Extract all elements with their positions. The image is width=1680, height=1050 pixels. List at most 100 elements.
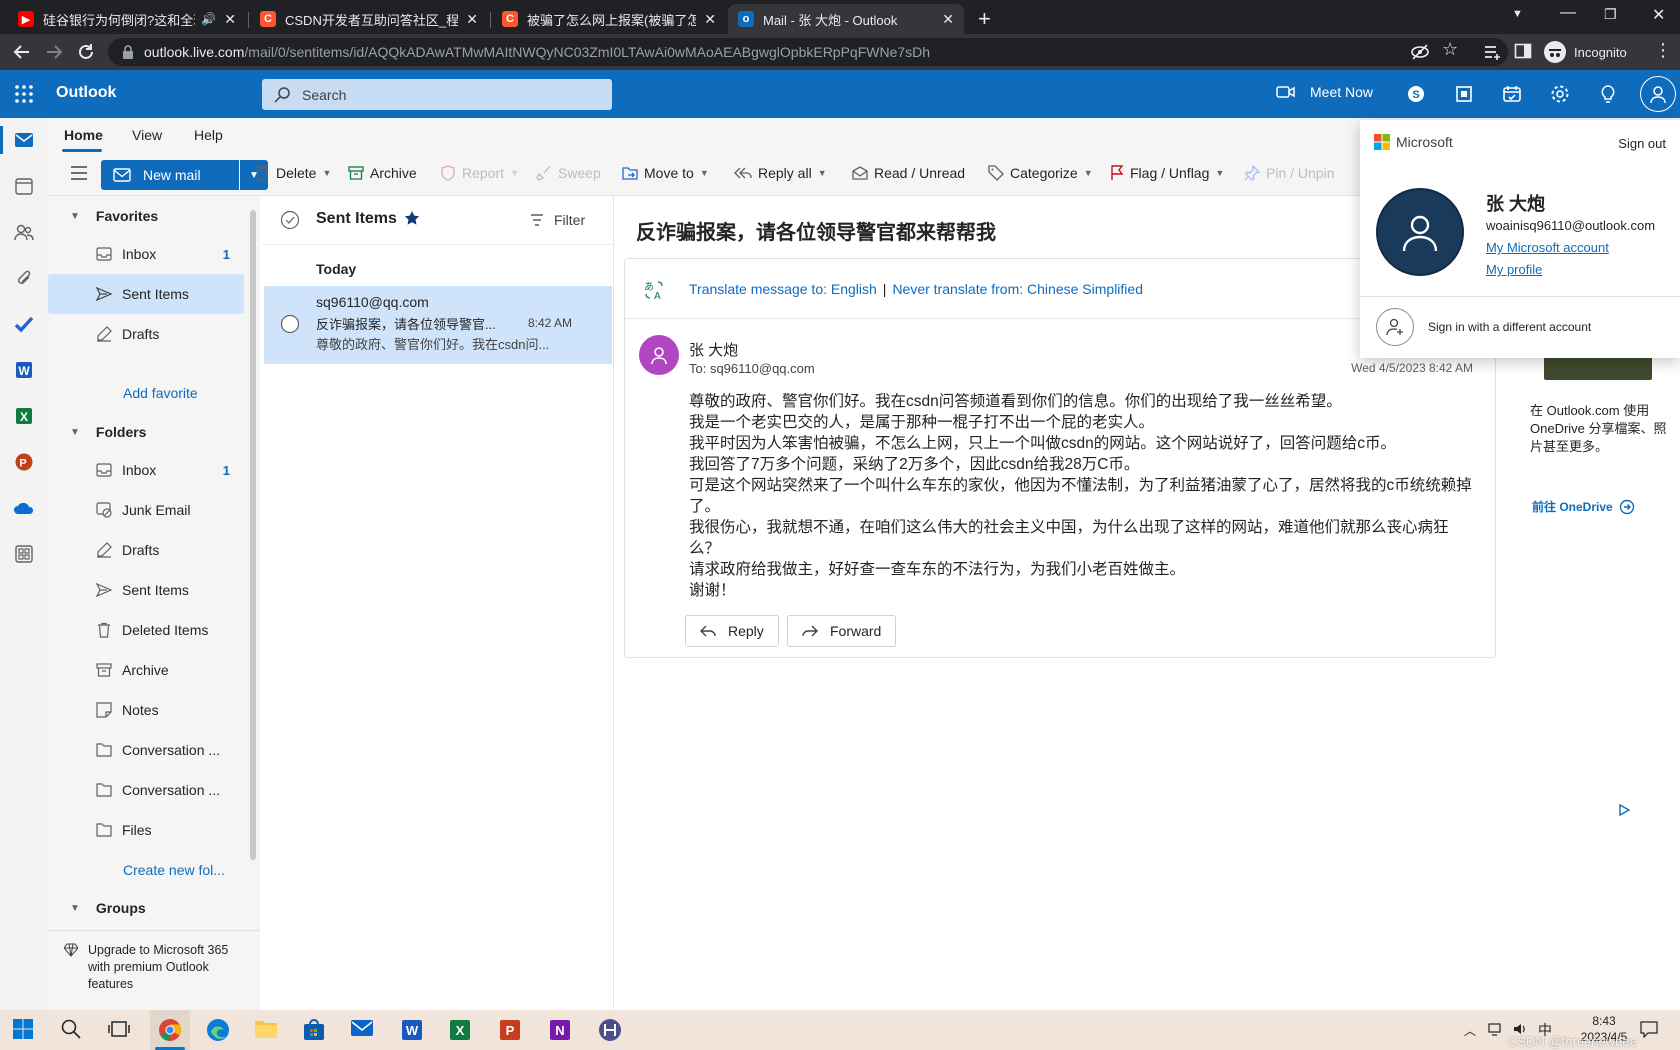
- sender-name[interactable]: 张 大炮: [689, 339, 738, 360]
- browser-tab-outlook[interactable]: o Mail - 张 大炮 - Outlook ✕: [728, 4, 964, 34]
- favorite-sent-items[interactable]: Sent Items: [48, 274, 244, 314]
- search-icon[interactable]: [60, 1018, 84, 1042]
- paperclip-icon[interactable]: [12, 266, 36, 290]
- message-list-item[interactable]: sq96110@qq.com 反诈骗报案，请各位领导警官... 8:42 AM …: [264, 286, 612, 364]
- restore-icon[interactable]: ❐: [1604, 6, 1617, 23]
- incognito-badge[interactable]: Incognito: [1544, 39, 1627, 65]
- minimize-icon[interactable]: —: [1560, 4, 1576, 22]
- mail-app-icon[interactable]: [350, 1018, 374, 1042]
- categorize-button[interactable]: Categorize ▼: [988, 165, 1093, 181]
- eye-off-icon[interactable]: [1410, 42, 1430, 62]
- folder-drafts[interactable]: Drafts: [48, 530, 244, 570]
- favorites-header[interactable]: ▼ Favorites: [70, 208, 158, 224]
- app-launcher-icon[interactable]: [14, 84, 34, 104]
- upgrade-premium-link[interactable]: Upgrade to Microsoft 365 with premium Ou…: [64, 942, 249, 993]
- folders-header[interactable]: ▼ Folders: [70, 424, 146, 440]
- my-profile-link[interactable]: My profile: [1486, 262, 1542, 277]
- chevron-down-icon[interactable]: ▼: [1215, 168, 1224, 178]
- add-favorite-link[interactable]: Add favorite: [123, 385, 198, 401]
- create-new-folder-link[interactable]: Create new fol...: [123, 862, 225, 878]
- sender-avatar[interactable]: [639, 335, 679, 375]
- app-name[interactable]: Outlook: [56, 84, 116, 102]
- hamburger-menu-icon[interactable]: [70, 166, 88, 180]
- reload-icon[interactable]: [76, 42, 96, 62]
- back-arrow-icon[interactable]: [12, 42, 32, 62]
- move-to-button[interactable]: Move to ▼: [622, 165, 709, 181]
- close-tab-icon[interactable]: ✕: [224, 11, 236, 28]
- delete-button[interactable]: Delete ▼: [254, 165, 331, 181]
- browser-tab-csdn-qa[interactable]: C CSDN开发者互助问答社区_程序 ✕: [250, 4, 488, 34]
- excel-icon[interactable]: X: [12, 404, 36, 428]
- lock-icon[interactable]: [122, 45, 134, 59]
- onedrive-link[interactable]: 前往 OneDrive: [1532, 498, 1635, 515]
- new-mail-button[interactable]: New mail: [101, 160, 239, 190]
- my-day-icon[interactable]: [1502, 84, 1522, 104]
- search-box[interactable]: Search: [262, 79, 612, 110]
- calendar-icon[interactable]: [12, 174, 36, 198]
- folder-inbox[interactable]: Inbox 1: [48, 450, 244, 490]
- notification-icon[interactable]: [1640, 1020, 1658, 1038]
- address-bar[interactable]: outlook.live.com/mail/0/sentitems/id/AQQ…: [108, 38, 1508, 66]
- chrome-icon[interactable]: [158, 1018, 182, 1042]
- filter-button[interactable]: Filter: [530, 212, 585, 228]
- folder-conversation-2[interactable]: Conversation ...: [48, 770, 244, 810]
- close-tab-icon[interactable]: ✕: [466, 11, 478, 28]
- chevron-down-icon[interactable]: ▼: [700, 168, 709, 178]
- people-icon[interactable]: [12, 220, 36, 244]
- read-unread-button[interactable]: Read / Unread: [852, 165, 965, 181]
- tab-view[interactable]: View: [132, 127, 162, 143]
- bookmark-star-icon[interactable]: ☆: [1442, 39, 1458, 60]
- side-panel-icon[interactable]: [1514, 42, 1532, 60]
- folder-junk-email[interactable]: Junk Email: [48, 490, 244, 530]
- sign-in-different-account[interactable]: Sign in with a different account: [1376, 308, 1591, 346]
- mail-icon[interactable]: [12, 128, 36, 152]
- close-tab-icon[interactable]: ✕: [942, 11, 954, 28]
- pin-button[interactable]: Pin / Unpin: [1244, 165, 1334, 181]
- folder-archive[interactable]: Archive: [48, 650, 244, 690]
- new-tab-icon[interactable]: +: [978, 6, 991, 32]
- file-explorer-icon[interactable]: [254, 1018, 278, 1042]
- tab-search-chevron-icon[interactable]: ▼: [1512, 8, 1523, 20]
- folder-pane-scrollbar[interactable]: [250, 210, 256, 860]
- chevron-down-icon[interactable]: ▼: [510, 168, 519, 178]
- excel-app-icon[interactable]: X: [448, 1018, 472, 1042]
- powerpoint-app-icon[interactable]: P: [498, 1018, 522, 1042]
- more-apps-icon[interactable]: [12, 542, 36, 566]
- chevron-down-icon[interactable]: ▼: [322, 168, 331, 178]
- ad-image[interactable]: [1544, 356, 1652, 380]
- onenote-app-icon[interactable]: N: [548, 1018, 572, 1042]
- chevron-down-icon[interactable]: ▼: [1084, 168, 1093, 178]
- folder-sent-items[interactable]: Sent Items: [48, 570, 244, 610]
- todo-check-icon[interactable]: [12, 312, 36, 336]
- adchoices-icon[interactable]: [1618, 804, 1630, 816]
- tray-chevron-up-icon[interactable]: ︿: [1464, 1022, 1476, 1039]
- select-all-checkbox-icon[interactable]: [280, 210, 300, 230]
- flag-button[interactable]: Flag / Unflag ▼: [1110, 165, 1224, 181]
- report-button[interactable]: Report ▼: [440, 165, 519, 181]
- favorite-star-icon[interactable]: [404, 210, 420, 226]
- reply-all-button[interactable]: Reply all ▼: [734, 165, 827, 181]
- sweep-button[interactable]: Sweep: [536, 165, 601, 181]
- tab-help[interactable]: Help: [194, 127, 223, 143]
- word-icon[interactable]: W: [12, 358, 36, 382]
- account-avatar-icon[interactable]: [1640, 76, 1676, 112]
- settings-gear-icon[interactable]: [1550, 84, 1570, 104]
- forward-arrow-icon[interactable]: [44, 42, 64, 62]
- powerpoint-icon[interactable]: P: [12, 450, 36, 474]
- browser-tab-csdn-report[interactable]: C 被骗了怎么网上报案(被骗了怎么 ✕: [492, 4, 726, 34]
- tab-home[interactable]: Home: [64, 127, 103, 143]
- folder-conversation-history[interactable]: Conversation ...: [48, 730, 244, 770]
- forward-button[interactable]: Forward: [787, 615, 897, 647]
- windows-start-icon[interactable]: [12, 1018, 36, 1042]
- groups-header[interactable]: ▼ Groups: [70, 900, 146, 916]
- network-icon[interactable]: [1488, 1022, 1504, 1036]
- translate-link[interactable]: Translate message to: English: [689, 281, 877, 297]
- favorite-inbox[interactable]: Inbox 1: [48, 234, 244, 274]
- audio-playing-icon[interactable]: 🔊: [201, 12, 216, 26]
- profile-picture[interactable]: [1376, 188, 1464, 276]
- reply-button[interactable]: Reply: [685, 615, 779, 647]
- folder-files[interactable]: Files: [48, 810, 244, 850]
- word-app-icon[interactable]: W: [400, 1018, 424, 1042]
- never-translate-link[interactable]: Never translate from: Chinese Simplified: [892, 281, 1143, 297]
- browser-tab-youtube[interactable]: ▶ 硅谷银行为何倒闭?这和全球 🔊 ✕: [8, 4, 246, 34]
